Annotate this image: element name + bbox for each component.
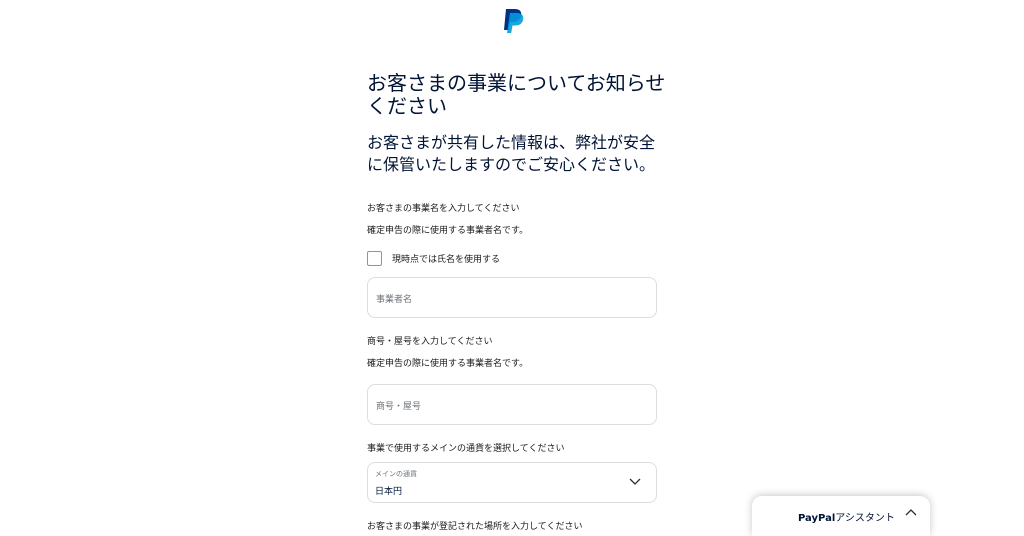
currency-field-label: メインの通貨: [375, 470, 417, 478]
currency-label: 事業で使用するメインの通貨を選択してください: [367, 444, 565, 454]
trade-name-placeholder: 商号・屋号: [376, 402, 422, 412]
use-full-name-checkbox[interactable]: [367, 251, 382, 266]
chevron-down-icon: [629, 478, 641, 485]
business-name-input[interactable]: 事業者名: [367, 277, 657, 318]
business-name-help: 確定申告の際に使用する事業者名です。: [367, 226, 529, 236]
use-full-name-label: 現時点では氏名を使用する: [392, 255, 501, 265]
chevron-up-icon[interactable]: [904, 507, 918, 517]
page-title: お客さまの事業についてお知らせください: [367, 71, 666, 118]
address-label: お客さまの事業が登記された場所を入力してください: [367, 522, 583, 532]
assistant-suffix: アシスタント: [835, 513, 895, 524]
trade-name-help: 確定申告の際に使用する事業者名です。: [367, 359, 529, 369]
trade-name-label: 商号・屋号を入力してください: [367, 337, 493, 347]
paypal-logo-icon[interactable]: [502, 8, 524, 34]
assistant-title: PayPalアシスタント: [798, 509, 895, 524]
currency-select[interactable]: メインの通貨 日本円: [367, 462, 657, 503]
assistant-brand: PayPal: [798, 513, 836, 524]
paypal-assistant-widget[interactable]: PayPalアシスタント: [752, 496, 930, 536]
currency-value: 日本円: [375, 487, 403, 497]
business-name-label: お客さまの事業名を入力してください: [367, 204, 520, 214]
trade-name-input[interactable]: 商号・屋号: [367, 384, 657, 425]
business-name-placeholder: 事業者名: [376, 295, 413, 305]
page-subtitle: お客さまが共有した情報は、弊社が安全に保管いたしますのでご安心ください。: [367, 133, 656, 174]
use-full-name-option[interactable]: 現時点では氏名を使用する: [367, 251, 500, 266]
